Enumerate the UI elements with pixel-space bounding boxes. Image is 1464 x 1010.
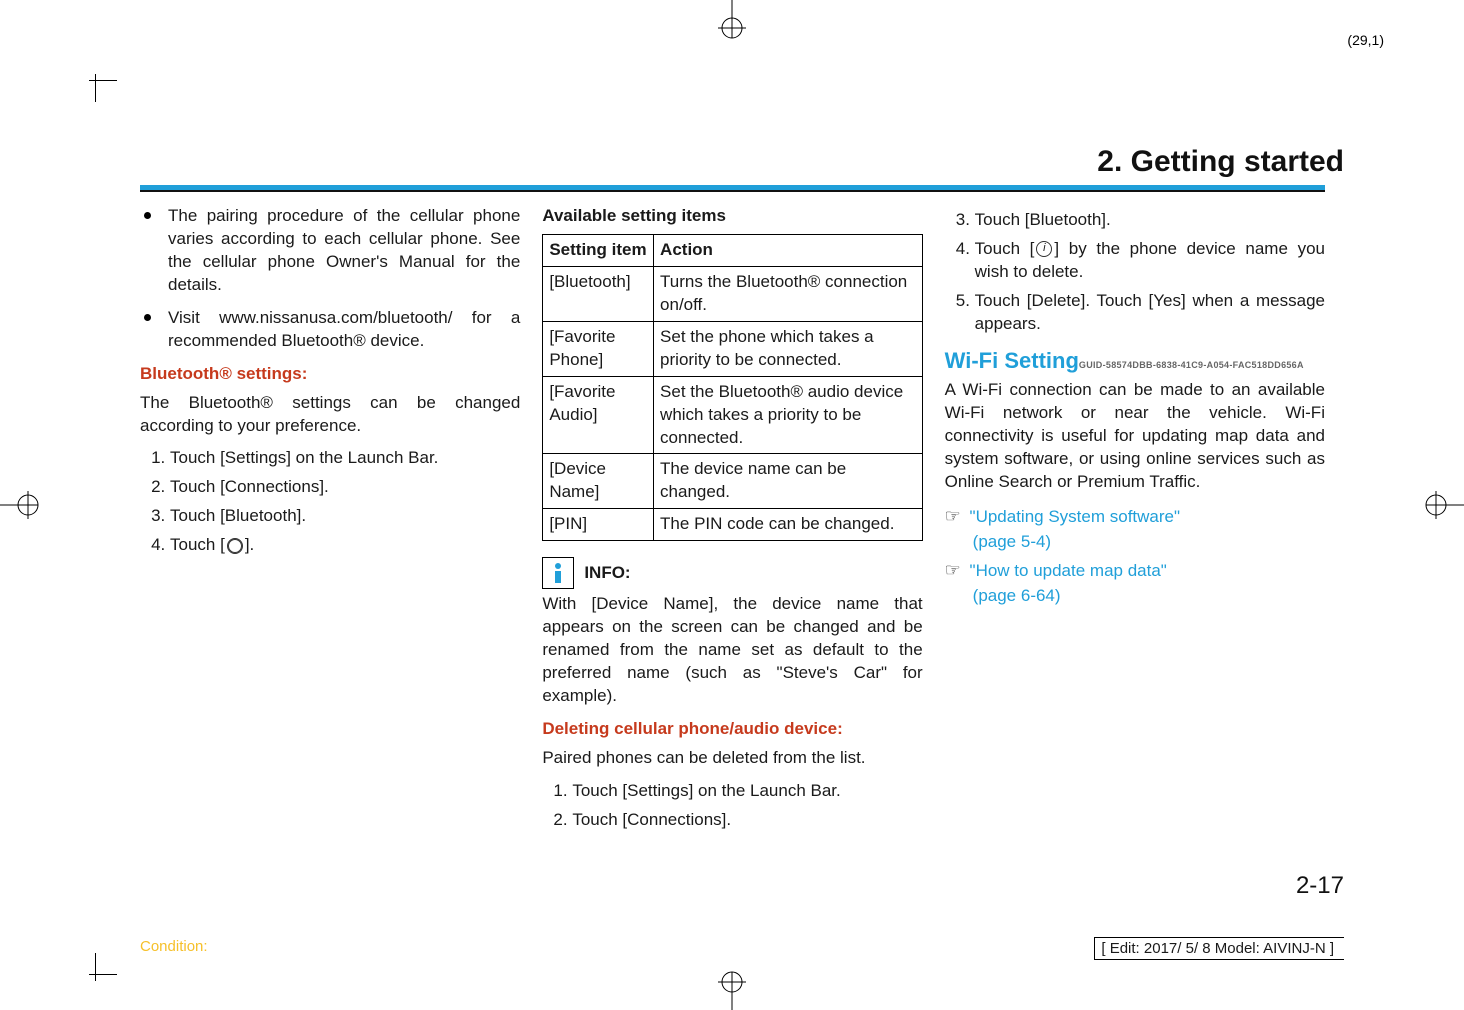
list-item: Touch [Connections]. — [572, 809, 922, 832]
list-item: Touch [Delete]. Touch [Yes] when a messa… — [975, 290, 1325, 336]
ref-title: "Updating System software" — [970, 507, 1181, 526]
table-caption: Available setting items — [542, 205, 922, 228]
list-item: Visit www.nissanusa.com/bluetooth/ for a… — [140, 307, 520, 353]
info-text: With [Device Name], the device name that… — [542, 593, 922, 708]
subheading-bluetooth-settings: Bluetooth® settings: — [140, 363, 520, 386]
pointer-icon: ☞ — [945, 506, 961, 526]
table-cell: [Bluetooth] — [543, 266, 654, 321]
subheading-delete-device: Deleting cellular phone/audio device: — [542, 718, 922, 741]
crop-corner — [95, 80, 135, 120]
table-cell: Set the Bluetooth® audio device which ta… — [654, 376, 923, 454]
header-rules — [140, 185, 1325, 192]
printer-mark-bottom — [702, 964, 762, 1010]
cross-reference: ☞ "Updating System software" (page 5-4) — [945, 504, 1325, 554]
body-text: Paired phones can be deleted from the li… — [542, 747, 922, 770]
table-row: [Device Name] The device name can be cha… — [543, 454, 922, 509]
page-number: 2-17 — [1296, 872, 1344, 900]
step-text: Touch []. — [170, 535, 254, 554]
info-icon — [542, 557, 574, 589]
info-glyph-icon: i — [1036, 241, 1052, 257]
table-cell: [Favorite Audio] — [543, 376, 654, 454]
table-cell: The device name can be changed. — [654, 454, 923, 509]
printer-mark-left — [0, 475, 46, 535]
table-row: [Favorite Audio] Set the Bluetooth® audi… — [543, 376, 922, 454]
table-row: [PIN] The PIN code can be changed. — [543, 509, 922, 541]
table-row: [Bluetooth] Turns the Bluetooth® connect… — [543, 266, 922, 321]
crop-corner — [95, 935, 135, 975]
body-text: A Wi-Fi connection can be made to an ava… — [945, 379, 1325, 494]
wifi-heading-text: Wi-Fi Setting — [945, 348, 1079, 373]
ref-page: (page 6-64) — [973, 585, 1325, 608]
list-item: Touch [i] by the phone device name you w… — [975, 238, 1325, 284]
table-row: [Favorite Phone] Set the phone which tak… — [543, 321, 922, 376]
condition-label: Condition: — [140, 938, 208, 955]
guid-code: GUID-58574DBB-6838-41C9-A054-FAC518DD656… — [1079, 360, 1304, 370]
printer-mark-right — [1418, 475, 1464, 535]
step-text: Touch [i] by the phone device name you w… — [975, 239, 1325, 281]
body-text: The Bluetooth® settings can be changed a… — [140, 392, 520, 438]
column-1: The pairing procedure of the cellular ph… — [140, 205, 520, 842]
sheet-label: (29,1) — [1347, 32, 1384, 48]
gear-icon — [227, 538, 243, 554]
table-header: Action — [654, 234, 923, 266]
edit-line: [ Edit: 2017/ 5/ 8 Model: AIVINJ-N ] — [1094, 937, 1344, 960]
chapter-title: 2. Getting started — [1097, 145, 1344, 179]
table-cell: [Favorite Phone] — [543, 321, 654, 376]
table-cell: [PIN] — [543, 509, 654, 541]
list-item: The pairing procedure of the cellular ph… — [140, 205, 520, 297]
list-item: Touch [Settings] on the Launch Bar. — [170, 447, 520, 470]
list-item: Touch [Bluetooth]. — [975, 209, 1325, 232]
table-cell: The PIN code can be changed. — [654, 509, 923, 541]
ref-title: "How to update map data" — [970, 561, 1167, 580]
table-cell: Turns the Bluetooth® connection on/off. — [654, 266, 923, 321]
ref-page: (page 5-4) — [973, 531, 1325, 554]
column-3: Touch [Bluetooth]. Touch [i] by the phon… — [945, 205, 1325, 842]
list-item: Touch [Connections]. — [170, 476, 520, 499]
cross-reference: ☞ "How to update map data" (page 6-64) — [945, 558, 1325, 608]
list-item: Touch [Bluetooth]. — [170, 505, 520, 528]
settings-table: Setting item Action [Bluetooth] Turns th… — [542, 234, 922, 541]
table-cell: [Device Name] — [543, 454, 654, 509]
table-cell: Set the phone which takes a priority to … — [654, 321, 923, 376]
printer-mark-top — [702, 0, 762, 46]
column-2: Available setting items Setting item Act… — [542, 205, 922, 842]
info-label: INFO: — [584, 562, 630, 585]
pointer-icon: ☞ — [945, 560, 961, 580]
wifi-setting-heading: Wi-Fi SettingGUID-58574DBB-6838-41C9-A05… — [945, 346, 1325, 376]
table-header: Setting item — [543, 234, 654, 266]
list-item: Touch [Settings] on the Launch Bar. — [572, 780, 922, 803]
list-item: Touch []. — [170, 534, 520, 557]
